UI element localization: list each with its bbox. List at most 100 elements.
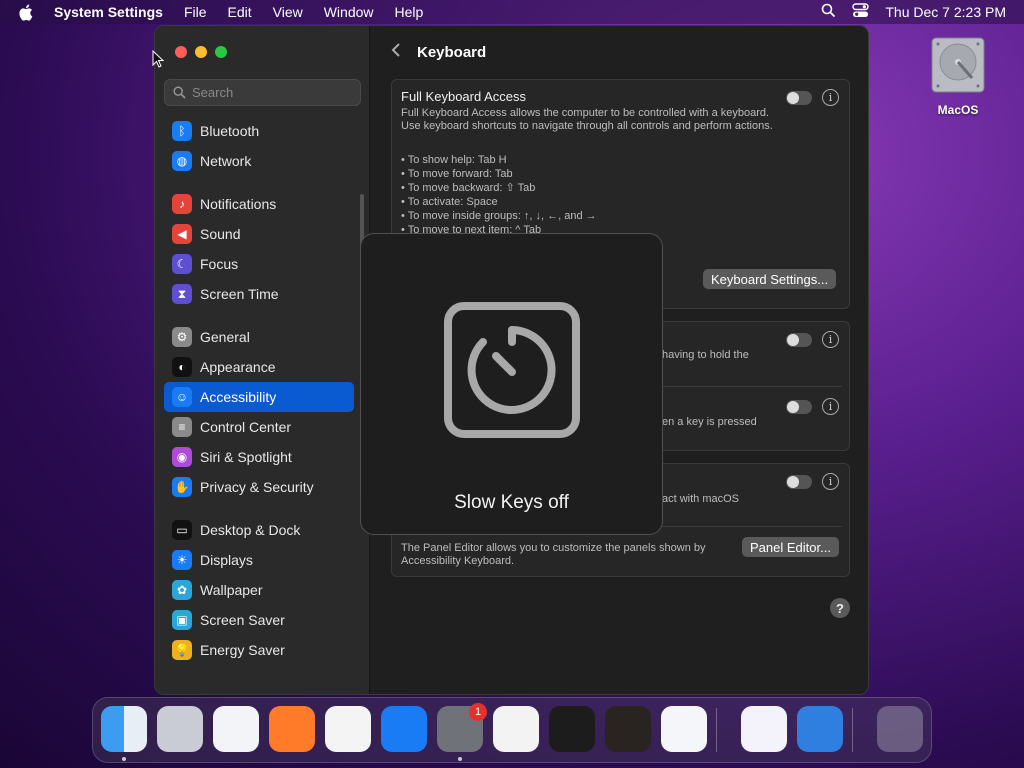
search-input[interactable]: Search <box>164 79 361 106</box>
info-icon[interactable]: i <box>822 89 839 106</box>
menu-window[interactable]: Window <box>324 4 374 20</box>
zoom-button[interactable] <box>215 46 227 58</box>
sidebar-item-siri-spotlight[interactable]: ◉ Siri & Spotlight <box>164 442 354 472</box>
keyboard-settings-button[interactable]: Keyboard Settings... <box>703 269 837 289</box>
minimize-button[interactable] <box>195 46 207 58</box>
app-store-icon[interactable] <box>381 706 427 752</box>
visual-studio-icon[interactable] <box>741 706 787 752</box>
vscode-icon[interactable] <box>661 706 707 752</box>
menu-app-name[interactable]: System Settings <box>54 4 163 20</box>
sidebar-item-notifications[interactable]: ♪ Notifications <box>164 189 354 219</box>
dock-separator <box>716 708 717 752</box>
sidebar-item-privacy-security[interactable]: ✋ Privacy & Security <box>164 472 354 502</box>
menu-file[interactable]: File <box>184 4 207 20</box>
panel-editor-description: The Panel Editor allows you to customize… <box>401 542 706 567</box>
dock: 1 <box>92 697 932 763</box>
sidebar-item-label: Desktop & Dock <box>200 522 301 538</box>
menu-help[interactable]: Help <box>395 4 424 20</box>
hud-message: Slow Keys off <box>454 492 569 513</box>
apple-menu-icon[interactable] <box>18 4 38 21</box>
sidebar-item-label: Accessibility <box>200 389 277 405</box>
bluetooth-icon: ᛒ <box>172 121 192 141</box>
sticky-keys-toggle[interactable] <box>786 333 812 347</box>
spotlight-search-icon[interactable] <box>821 3 836 21</box>
menu-edit[interactable]: Edit <box>228 4 252 20</box>
shortcut-item: • To show help: Tab H <box>401 154 507 166</box>
sidebar-item-sound[interactable]: ◀ Sound <box>164 219 354 249</box>
sticky-keys-description: having to hold the <box>662 349 749 361</box>
sidebar-item-displays[interactable]: ☀ Displays <box>164 545 354 575</box>
full-keyboard-access-description: Full Keyboard Access allows the computer… <box>401 107 773 132</box>
sidebar-item-desktop-dock[interactable]: ▭ Desktop & Dock <box>164 515 354 545</box>
launchpad-icon[interactable] <box>157 706 203 752</box>
search-icon <box>173 86 186 99</box>
firefox-icon[interactable] <box>269 706 315 752</box>
trash-icon[interactable] <box>877 706 923 752</box>
bulb-icon: 💡 <box>172 640 192 660</box>
sidebar-item-accessibility[interactable]: ☺ Accessibility <box>164 382 354 412</box>
sidebar-item-label: Screen Saver <box>200 612 285 628</box>
search-placeholder: Search <box>192 85 234 100</box>
textedit-icon[interactable] <box>493 706 539 752</box>
sidebar-item-energy-saver[interactable]: 💡 Energy Saver <box>164 635 354 665</box>
menu-clock[interactable]: Thu Dec 7 2:23 PM <box>885 4 1006 20</box>
sidebar-item-label: Network <box>200 153 252 169</box>
sidebar-item-control-center[interactable]: ≡ Control Center <box>164 412 354 442</box>
shortcut-list: • To show help: Tab H • To move forward:… <box>401 153 597 237</box>
sidebar-item-label: Wallpaper <box>200 582 263 598</box>
appearance-icon: ◐ <box>172 357 192 377</box>
weather-icon[interactable] <box>797 706 843 752</box>
sidebar-item-focus[interactable]: ☾ Focus <box>164 249 354 279</box>
sidebar-item-screen-saver[interactable]: ▣ Screen Saver <box>164 605 354 635</box>
info-icon[interactable]: i <box>822 331 839 348</box>
switches-icon: ≡ <box>172 417 192 437</box>
full-keyboard-access-toggle[interactable] <box>786 91 812 105</box>
globe-icon: ◍ <box>172 151 192 171</box>
accessibility-keyboard-toggle[interactable] <box>786 475 812 489</box>
sidebar-item-network[interactable]: ◍ Network <box>164 146 354 176</box>
sidebar-item-label: Bluetooth <box>200 123 260 139</box>
siri-icon: ◉ <box>172 447 192 467</box>
sidebar-item-label: Privacy & Security <box>200 479 314 495</box>
sidebar-item-general[interactable]: ⚙ General <box>164 322 354 352</box>
running-indicator <box>122 757 126 761</box>
shortcut-item: • To activate: Space <box>401 196 498 208</box>
sidebar-item-appearance[interactable]: ◐ Appearance <box>164 352 354 382</box>
terminal-icon[interactable] <box>549 706 595 752</box>
slow-keys-toggle[interactable] <box>786 400 812 414</box>
sidebar-item-wallpaper[interactable]: ✿ Wallpaper <box>164 575 354 605</box>
accessibility-keyboard-description: act with macOS <box>662 493 740 505</box>
panel-editor-button[interactable]: Panel Editor... <box>742 537 839 557</box>
sidebar-nav: ᛒ Bluetooth ◍ Network ♪ Notifications ◀ Sound ☾ F… <box>164 116 354 665</box>
gear-icon: ⚙ <box>172 327 192 347</box>
sidebar-item-bluetooth[interactable]: ᛒ Bluetooth <box>164 116 354 146</box>
sidebar-item-label: Focus <box>200 256 239 272</box>
safari-icon[interactable] <box>213 706 259 752</box>
menu-view[interactable]: View <box>273 4 303 20</box>
running-indicator <box>458 757 462 761</box>
info-icon[interactable]: i <box>822 398 839 415</box>
control-center-icon[interactable] <box>852 3 870 21</box>
finder-icon[interactable] <box>101 706 147 752</box>
full-keyboard-access-title: Full Keyboard Access <box>401 89 527 104</box>
chrome-icon[interactable] <box>325 706 371 752</box>
flower-icon: ✿ <box>172 580 192 600</box>
help-button[interactable]: ? <box>830 598 850 618</box>
sidebar-item-label: Notifications <box>200 196 277 212</box>
hourglass-icon: ⧗ <box>172 284 192 304</box>
mouse-pointer-icon <box>152 50 164 68</box>
back-chevron-icon[interactable] <box>391 42 401 63</box>
accessibility-icon: ☺ <box>172 387 192 407</box>
garageband-icon[interactable] <box>605 706 651 752</box>
sidebar: Search ᛒ Bluetooth ◍ Network ♪ Notifications ◀… <box>155 26 370 694</box>
sidebar-item-label: Screen Time <box>200 286 279 302</box>
desktop-drive[interactable]: MacOS <box>922 34 994 117</box>
sidebar-item-screen-time[interactable]: ⧗ Screen Time <box>164 279 354 309</box>
info-icon[interactable]: i <box>822 473 839 490</box>
notification-badge: 1 <box>469 703 487 721</box>
close-button[interactable] <box>175 46 187 58</box>
timer-icon <box>444 302 580 438</box>
hard-drive-icon <box>931 37 985 93</box>
